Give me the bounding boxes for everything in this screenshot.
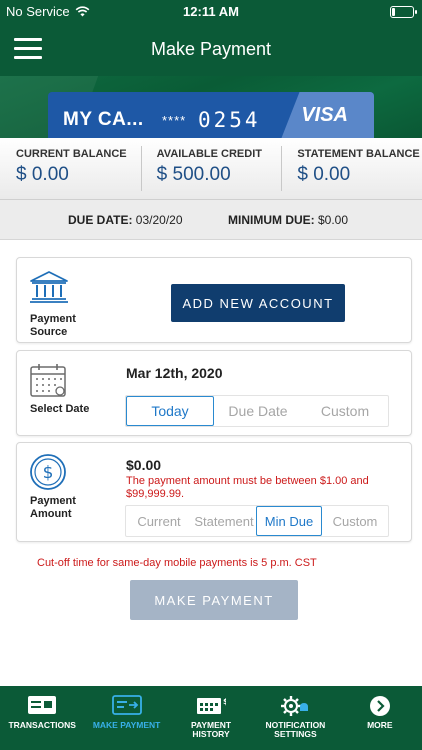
app-header: Make Payment: [0, 24, 422, 76]
payment-amount-value[interactable]: $0.00: [126, 457, 161, 473]
current-balance: CURRENT BALANCE $ 0.00: [0, 138, 141, 199]
card-hero: MY CA... **** 0254 VISA: [0, 76, 422, 138]
clock: 12:11 AM: [183, 4, 239, 19]
statement-balance: STATEMENT BALANCE $ 0.00: [281, 138, 422, 199]
cutoff-notice: Cut-off time for same-day mobile payment…: [37, 557, 317, 569]
calendar-icon: [30, 364, 66, 397]
card-name: MY CA...: [63, 109, 144, 130]
make-payment-icon: [111, 695, 142, 715]
payment-amount-label: Payment Amount: [30, 495, 76, 520]
balance-summary: CURRENT BALANCE $ 0.00 AVAILABLE CREDIT …: [0, 138, 422, 200]
tab-label: TRANSACTIONS: [8, 720, 76, 730]
amount-option-statement[interactable]: Statement: [192, 506, 256, 536]
svg-text:$: $: [43, 463, 54, 483]
minimum-due: MINIMUM DUE: $0.00: [228, 213, 348, 227]
card-last4: 0254: [198, 108, 261, 132]
tab-label: PAYMENT HISTORY: [190, 720, 232, 739]
make-payment-button[interactable]: MAKE PAYMENT: [130, 580, 298, 620]
due-date-label: DUE DATE:: [68, 213, 133, 227]
select-date-panel: Select Date Mar 12th, 2020 Today Due Dat…: [16, 350, 412, 436]
payment-source-panel: Payment Source ADD NEW ACCOUNT: [16, 257, 412, 343]
notification-settings-icon: [281, 696, 309, 716]
visa-logo: VISA: [301, 104, 348, 126]
transactions-icon: [28, 696, 57, 714]
status-bar: No Service 12:11 AM: [0, 0, 422, 24]
bank-icon: [30, 271, 68, 303]
minimum-due-value: $0.00: [318, 213, 349, 227]
tab-label: NOTIFICATION SETTINGS: [265, 720, 326, 739]
tab-make-payment[interactable]: MAKE PAYMENT: [84, 686, 168, 750]
svg-text:$: $: [223, 697, 226, 706]
balance-value: $ 0.00: [16, 164, 69, 185]
payment-history-icon: $: [197, 697, 226, 714]
selected-date: Mar 12th, 2020: [126, 365, 223, 381]
battery-icon: [390, 6, 417, 18]
due-date-value: 03/20/20: [135, 213, 183, 227]
more-icon: [369, 696, 390, 716]
balance-value: $ 0.00: [297, 164, 351, 185]
credit-card[interactable]: MY CA... **** 0254 VISA: [48, 92, 374, 138]
amount-option-custom[interactable]: Custom: [322, 506, 388, 536]
amount-option-min-due[interactable]: Min Due: [256, 506, 322, 536]
tab-transactions[interactable]: TRANSACTIONS: [0, 686, 84, 750]
balance-label: STATEMENT BALANCE: [297, 148, 420, 160]
select-date-label: Select Date: [30, 403, 90, 415]
balance-value: $ 500.00: [156, 164, 231, 185]
minimum-due-label: MINIMUM DUE:: [228, 213, 315, 227]
date-option-today[interactable]: Today: [126, 396, 214, 426]
payment-source-label: Payment Source: [30, 313, 76, 338]
balance-label: CURRENT BALANCE: [16, 148, 127, 160]
bottom-tab-bar: TRANSACTIONS MAKE PAYMENT $ PAYMENT HIST…: [0, 686, 422, 750]
amount-option-current[interactable]: Current: [126, 506, 192, 536]
page-title: Make Payment: [150, 39, 272, 59]
tab-more[interactable]: MORE: [338, 686, 422, 750]
date-option-due-date[interactable]: Due Date: [214, 396, 302, 426]
payment-amount-error: The payment amount must be between $1.00…: [126, 475, 369, 500]
tab-label: MAKE PAYMENT: [92, 720, 161, 730]
available-credit: AVAILABLE CREDIT $ 500.00: [140, 138, 282, 199]
due-info: DUE DATE: 03/20/20 MINIMUM DUE: $0.00: [0, 200, 422, 240]
tab-notification-settings[interactable]: NOTIFICATION SETTINGS: [253, 686, 337, 750]
tab-payment-history[interactable]: $ PAYMENT HISTORY: [169, 686, 253, 750]
date-option-selector: Today Due Date Custom: [125, 395, 389, 427]
card-mask: ****: [162, 113, 187, 128]
due-date: DUE DATE: 03/20/20: [68, 213, 183, 227]
dollar-icon: $: [30, 454, 66, 490]
tab-label: MORE: [367, 720, 393, 730]
date-option-custom[interactable]: Custom: [302, 396, 388, 426]
add-new-account-button[interactable]: ADD NEW ACCOUNT: [171, 284, 345, 322]
amount-option-selector: Current Statement Min Due Custom: [125, 505, 389, 537]
balance-label: AVAILABLE CREDIT: [156, 148, 262, 160]
payment-amount-panel: $ Payment Amount $0.00 The payment amoun…: [16, 442, 412, 542]
